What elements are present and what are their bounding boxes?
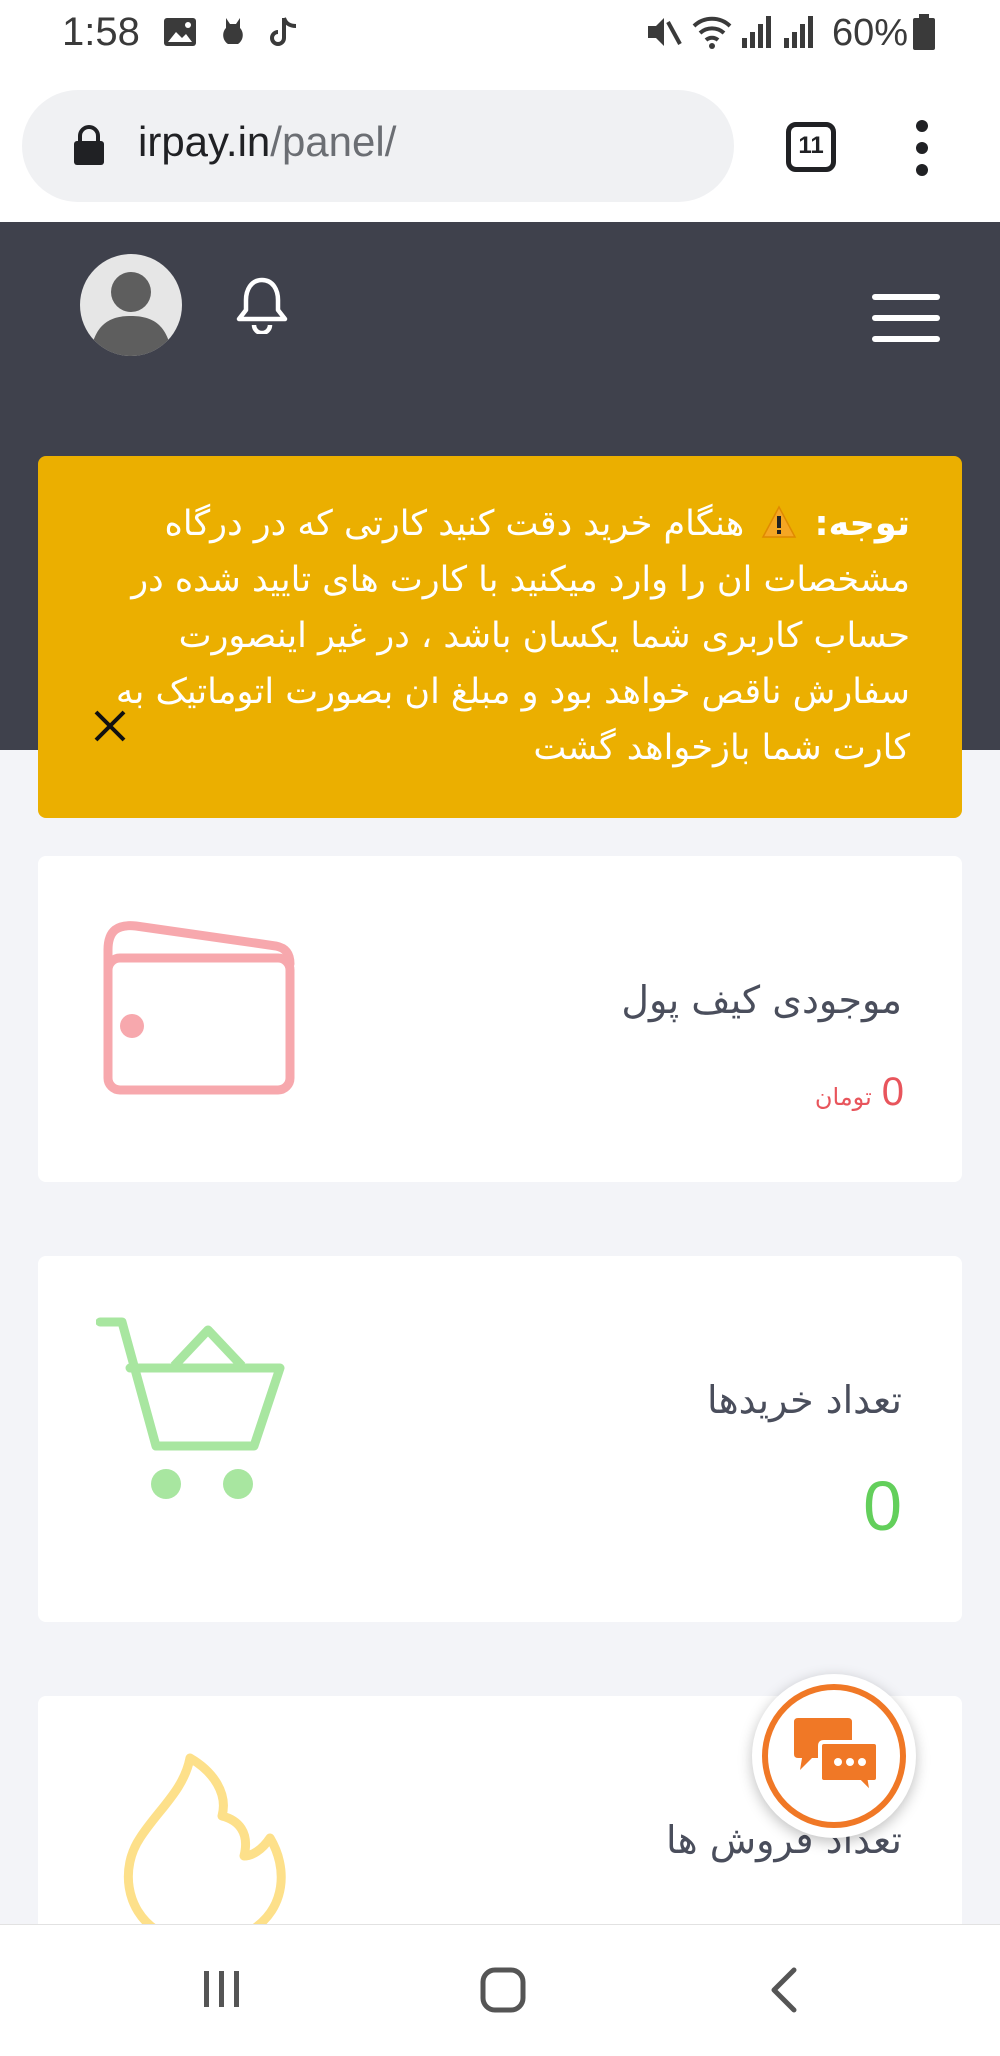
- warning-icon: [762, 505, 797, 538]
- chat-icon: [794, 1718, 880, 1800]
- close-icon[interactable]: [90, 706, 130, 746]
- user-icon: [90, 272, 172, 356]
- chat-button[interactable]: [752, 1674, 916, 1838]
- avatar[interactable]: [80, 254, 182, 356]
- url-text: irpay.in/panel/: [138, 118, 396, 166]
- browser-menu-button[interactable]: [908, 120, 936, 176]
- fire-icon: [123, 1753, 286, 1946]
- signal-icon: [742, 16, 771, 48]
- purchases-card[interactable]: تعداد خریدها 0: [38, 1256, 962, 1622]
- alert-message: هنگام خرید دقت کنید کارتی که در درگاه مش…: [115, 504, 910, 768]
- back-icon[interactable]: [764, 1965, 804, 2015]
- wifi-icon: [692, 16, 732, 49]
- wallet-icon: [103, 921, 295, 1095]
- cat-notification-icon: [223, 18, 243, 44]
- purchases-title: تعداد خریدها: [706, 1378, 902, 1422]
- recent-apps-icon[interactable]: [198, 1965, 246, 2013]
- status-bar: 1:58 60%: [0, 0, 1000, 70]
- browser-toolbar: irpay.in/panel/ 11: [0, 70, 1000, 222]
- lock-icon: [74, 125, 104, 165]
- bell-icon[interactable]: [234, 274, 290, 334]
- purchases-count: 0: [863, 1467, 902, 1545]
- signal-icon: [784, 16, 813, 48]
- status-time: 1:58: [62, 10, 140, 54]
- tab-switcher-button[interactable]: 11: [786, 122, 836, 172]
- wallet-amount: 0: [881, 1070, 904, 1114]
- image-icon: [164, 18, 196, 46]
- address-bar[interactable]: irpay.in/panel/: [22, 90, 734, 202]
- wallet-unit: تومان: [814, 1083, 872, 1111]
- battery-icon: [913, 14, 935, 50]
- warning-alert: توجه: هنگام خرید دقت کنید کارتی که در در…: [38, 456, 962, 818]
- mute-icon: [648, 18, 682, 46]
- wallet-value: 0 تومان: [815, 1070, 904, 1115]
- wallet-card[interactable]: موجودی کیف پول 0 تومان: [38, 856, 962, 1182]
- url-path: /panel/: [270, 118, 397, 165]
- alert-label: توجه:: [814, 504, 910, 544]
- alert-text: توجه: هنگام خرید دقت کنید کارتی که در در…: [110, 496, 910, 776]
- url-host: irpay.in: [138, 118, 271, 165]
- menu-icon[interactable]: [872, 294, 940, 342]
- wallet-title: موجودی کیف پول: [621, 978, 902, 1022]
- cart-icon: [96, 1317, 285, 1499]
- battery-level: 60%: [831, 12, 908, 54]
- home-icon[interactable]: [478, 1965, 528, 2015]
- tiktok-icon: [270, 17, 297, 46]
- system-nav-bar: [0, 1924, 1000, 2056]
